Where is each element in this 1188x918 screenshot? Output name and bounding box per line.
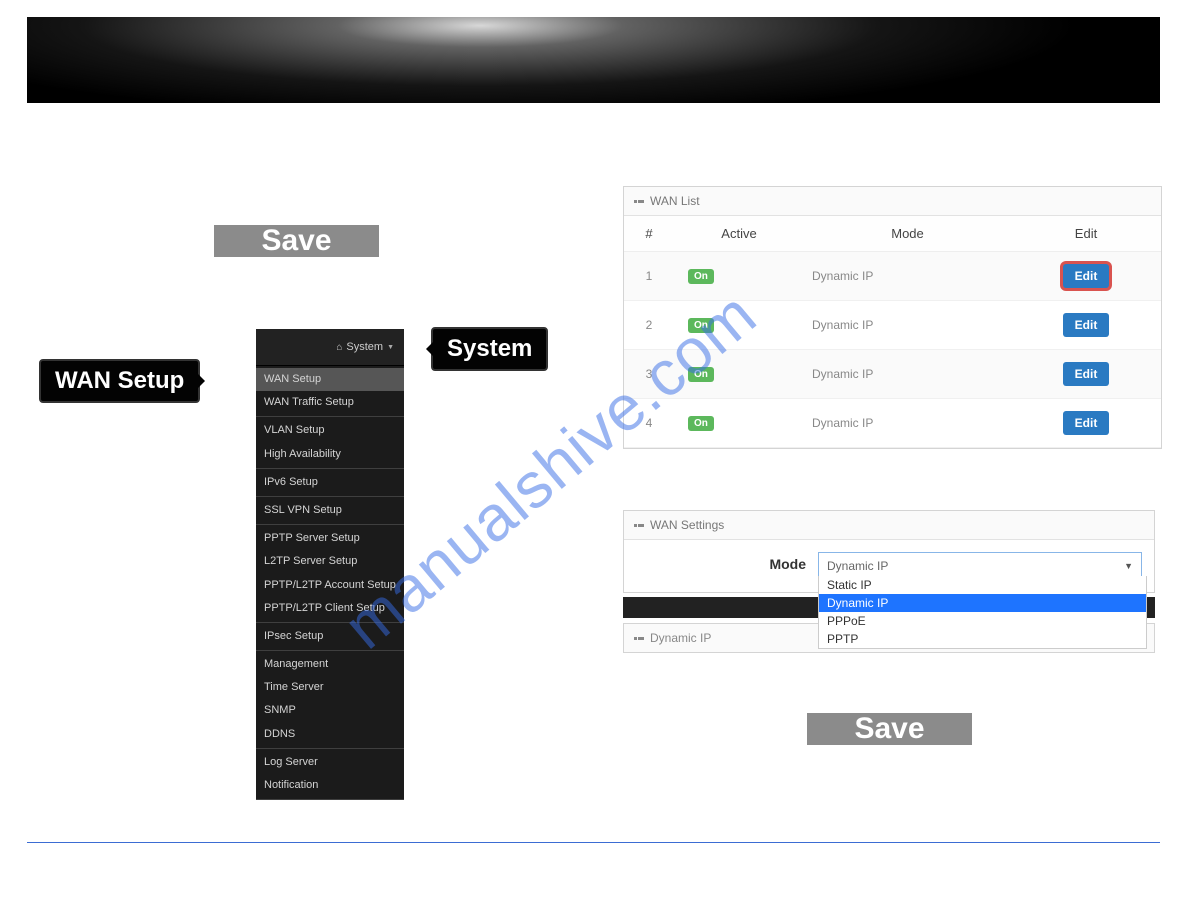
- status-badge: On: [688, 416, 714, 431]
- table-row: 3 On Dynamic IP Edit: [624, 350, 1161, 399]
- list-icon: [634, 634, 644, 643]
- cell-mode: Dynamic IP: [804, 350, 1011, 399]
- cell-num: 4: [624, 399, 674, 448]
- cell-edit: Edit: [1011, 252, 1161, 301]
- mode-option[interactable]: PPPoE: [819, 612, 1146, 630]
- callout-system: System: [431, 327, 548, 371]
- chevron-down-icon: ▼: [387, 344, 394, 351]
- edit-button[interactable]: Edit: [1063, 264, 1110, 288]
- table-row: 1 On Dynamic IP Edit: [624, 252, 1161, 301]
- status-badge: On: [688, 318, 714, 333]
- wan-list-table: # Active Mode Edit 1OnDynamic IPEdit2OnD…: [624, 216, 1161, 448]
- sidebar-item[interactable]: IPv6 Setup: [256, 471, 404, 494]
- mode-option[interactable]: PPTP: [819, 630, 1146, 648]
- save-button[interactable]: Save: [807, 713, 972, 745]
- sidebar-item[interactable]: Notification: [256, 774, 404, 797]
- cell-num: 3: [624, 350, 674, 399]
- callout-system-label: System: [447, 335, 532, 362]
- home-icon: ⌂: [336, 342, 342, 353]
- callout-wan-setup: WAN Setup: [39, 359, 200, 403]
- list-icon: [634, 521, 644, 530]
- cell-num: 1: [624, 252, 674, 301]
- cell-edit: Edit: [1011, 350, 1161, 399]
- mode-dropdown-list: Static IPDynamic IPPPPoEPPTP: [818, 576, 1147, 649]
- sidebar-item[interactable]: SNMP: [256, 699, 404, 722]
- wan-list-header: WAN List: [624, 187, 1161, 216]
- table-row: 2 On Dynamic IP Edit: [624, 301, 1161, 350]
- cell-active: On: [674, 350, 804, 399]
- save-button[interactable]: Save: [214, 225, 379, 257]
- sidebar-item[interactable]: VLAN Setup: [256, 419, 404, 442]
- col-num: #: [624, 216, 674, 252]
- sidebar-item[interactable]: SSL VPN Setup: [256, 499, 404, 522]
- sidebar-item[interactable]: High Availability: [256, 443, 404, 466]
- sidebar-item[interactable]: WAN Traffic Setup: [256, 391, 404, 414]
- cell-mode: Dynamic IP: [804, 301, 1011, 350]
- cell-edit: Edit: [1011, 399, 1161, 448]
- cell-mode: Dynamic IP: [804, 252, 1011, 301]
- dynamic-ip-title: Dynamic IP: [650, 631, 711, 645]
- sidebar-item[interactable]: IPsec Setup: [256, 625, 404, 648]
- col-active: Active: [674, 216, 804, 252]
- mode-label: Mode: [636, 552, 806, 572]
- sidebar-system-dropdown[interactable]: ⌂ System ▼: [256, 329, 404, 366]
- callout-wan-setup-label: WAN Setup: [55, 367, 184, 394]
- status-badge: On: [688, 367, 714, 382]
- sidebar-item[interactable]: PPTP/L2TP Client Setup: [256, 597, 404, 620]
- sidebar-item[interactable]: WAN Setup: [256, 368, 404, 391]
- col-mode: Mode: [804, 216, 1011, 252]
- mode-select-value: Dynamic IP: [827, 559, 888, 573]
- edit-button[interactable]: Edit: [1063, 411, 1110, 435]
- table-row: 4 On Dynamic IP Edit: [624, 399, 1161, 448]
- footer-divider: [27, 842, 1160, 843]
- top-banner: [27, 17, 1160, 103]
- sidebar-item[interactable]: Management: [256, 653, 404, 676]
- sidebar-header-label: System: [346, 341, 383, 353]
- sidebar: ⌂ System ▼ WAN SetupWAN Traffic Setup VLA…: [256, 329, 404, 800]
- cell-edit: Edit: [1011, 301, 1161, 350]
- wan-settings-title: WAN Settings: [650, 518, 724, 532]
- list-icon: [634, 197, 644, 206]
- wan-list-panel: WAN List # Active Mode Edit 1 On Dynamic I…: [623, 186, 1162, 449]
- sidebar-item[interactable]: L2TP Server Setup: [256, 550, 404, 573]
- sidebar-item[interactable]: PPTP Server Setup: [256, 527, 404, 550]
- wan-settings-header: WAN Settings: [624, 511, 1154, 540]
- sidebar-item[interactable]: DDNS: [256, 723, 404, 746]
- mode-option[interactable]: Static IP: [819, 576, 1146, 594]
- cell-mode: Dynamic IP: [804, 399, 1011, 448]
- sidebar-item[interactable]: Time Server: [256, 676, 404, 699]
- edit-button[interactable]: Edit: [1063, 313, 1110, 337]
- col-edit: Edit: [1011, 216, 1161, 252]
- mode-option[interactable]: Dynamic IP: [819, 594, 1146, 612]
- cell-active: On: [674, 301, 804, 350]
- sidebar-item[interactable]: PPTP/L2TP Account Setup: [256, 574, 404, 597]
- edit-button[interactable]: Edit: [1063, 362, 1110, 386]
- save-button-label: Save: [261, 224, 331, 258]
- cell-num: 2: [624, 301, 674, 350]
- cell-active: On: [674, 252, 804, 301]
- status-badge: On: [688, 269, 714, 284]
- wan-list-title: WAN List: [650, 194, 700, 208]
- save-button-label: Save: [854, 712, 924, 746]
- cell-active: On: [674, 399, 804, 448]
- sidebar-item[interactable]: Log Server: [256, 751, 404, 774]
